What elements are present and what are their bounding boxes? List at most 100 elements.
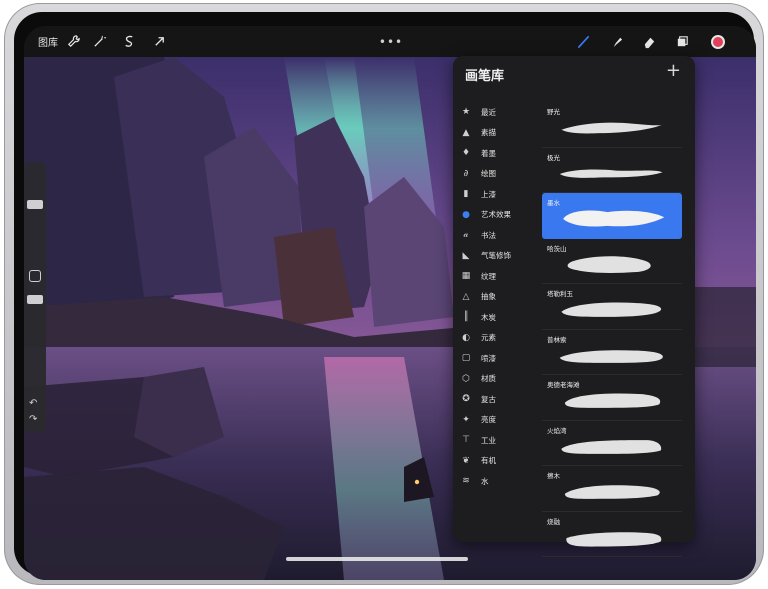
category-9[interactable]: △ 抽象 — [457, 287, 541, 308]
brush-stroke-preview — [559, 169, 663, 178]
category-label: 书法 — [481, 230, 496, 240]
panel-title: 画笔库 — [465, 69, 505, 84]
brush-size-slider[interactable] — [27, 200, 43, 209]
pencil-tip-icon: ▲ — [462, 127, 470, 138]
brush-item-9[interactable]: 烧融 — [542, 512, 682, 557]
category-13[interactable]: ⬡ 材质 — [457, 369, 541, 390]
category-11[interactable]: ◐ 元素 — [457, 328, 541, 349]
swirl-icon: ∂ — [463, 168, 469, 179]
brush-stroke-preview — [561, 302, 662, 317]
smudge-icon[interactable] — [605, 26, 627, 57]
category-15[interactable]: ✦ 亮度 — [457, 410, 541, 431]
brush-item-8[interactable]: 擦木 — [542, 466, 682, 512]
palette-icon: ● — [462, 209, 470, 220]
brush-list: 野光极光墨水哈茨山塔勒利玉普林索奥德老海滩火焰湾擦木烧融 — [542, 102, 682, 557]
category-label: 纹理 — [481, 271, 496, 281]
category-label: 抽象 — [481, 292, 496, 302]
category-0[interactable]: ★ 最近 — [457, 102, 541, 123]
category-12[interactable]: ▢ 喷漆 — [457, 348, 541, 369]
brush-item-2[interactable]: 墨水 — [542, 193, 682, 239]
category-label: 元素 — [481, 333, 496, 343]
brush-item-4[interactable]: 塔勒利玉 — [542, 284, 682, 330]
anvil-icon: ⊤ — [462, 435, 470, 446]
brush-label: 野光 — [547, 108, 560, 116]
brush-stroke-preview — [563, 210, 665, 227]
category-16[interactable]: ⊤ 工业 — [457, 430, 541, 451]
brush-item-3[interactable]: 哈茨山 — [542, 239, 682, 284]
category-5[interactable]: ● 艺术效果 — [457, 205, 541, 226]
category-7[interactable]: ◣ 气笔修饰 — [457, 246, 541, 267]
paint-roller-icon: ▮ — [463, 189, 469, 200]
opacity-slider[interactable] — [27, 295, 43, 304]
brush-label: 奥德老海滩 — [547, 381, 580, 389]
category-label: 着墨 — [481, 148, 496, 158]
airbrush-icon: ◣ — [462, 250, 470, 261]
star-icon: ★ — [461, 107, 471, 118]
category-label: 工业 — [481, 435, 496, 445]
brush-icon[interactable] — [572, 26, 594, 57]
sparkle-icon: ✦ — [462, 414, 470, 425]
category-list: ★ 最近 ▲ 素描 ♦ 着墨 ∂ 绘图 ▮ 上漆 ● 艺术效果 𝒶 书法 ◣ 气笔修饰 ▦ 纹理 △ 抽象 ║ 木炭 ◐ 元素… — [457, 102, 541, 492]
undo-icon[interactable]: ↶ — [29, 398, 37, 409]
brush-label: 火焰湾 — [547, 426, 567, 435]
triangle-icon: △ — [462, 291, 470, 302]
category-label: 复古 — [481, 394, 496, 404]
leaf-icon: ❦ — [462, 455, 470, 466]
color-picker-button[interactable] — [707, 26, 729, 57]
brush-label: 塔勒利玉 — [547, 290, 573, 298]
cube-icon: ⬡ — [462, 373, 470, 384]
selection-icon[interactable] — [118, 26, 140, 57]
category-10[interactable]: ║ 木炭 — [457, 307, 541, 328]
category-label: 水 — [481, 476, 489, 486]
spray-can-icon: ▢ — [461, 353, 471, 364]
more-dots-icon[interactable]: ••• — [379, 26, 402, 57]
retro-star-icon: ✪ — [462, 394, 470, 405]
color-swatch — [711, 34, 725, 49]
add-brush-button[interactable]: + — [666, 60, 681, 81]
brush-item-0[interactable]: 野光 — [542, 102, 682, 148]
gallery-button[interactable]: 图库 — [38, 26, 58, 57]
wrench-icon[interactable] — [62, 26, 84, 57]
redo-icon[interactable]: ↷ — [29, 414, 37, 425]
yin-yang-icon: ◐ — [462, 332, 470, 343]
brush-stroke-preview — [564, 393, 661, 408]
brush-label: 普林索 — [547, 335, 567, 344]
category-17[interactable]: ❦ 有机 — [457, 451, 541, 472]
category-label: 木炭 — [481, 312, 496, 322]
brush-label: 墨水 — [547, 199, 560, 207]
brush-label: 擦木 — [547, 472, 560, 480]
category-14[interactable]: ✪ 复古 — [457, 389, 541, 410]
category-label: 有机 — [481, 456, 496, 466]
magic-wand-icon[interactable] — [88, 26, 110, 57]
category-label: 材质 — [481, 374, 496, 384]
category-1[interactable]: ▲ 素描 — [457, 123, 541, 144]
brush-stroke-preview — [567, 255, 651, 273]
brush-item-1[interactable]: 极光 — [542, 148, 682, 193]
category-label: 素描 — [481, 128, 496, 138]
brush-stroke-preview — [564, 485, 660, 499]
brush-item-7[interactable]: 火焰湾 — [542, 421, 682, 466]
category-18[interactable]: ≋ 水 — [457, 471, 541, 492]
ink-drop-icon: ♦ — [461, 148, 471, 159]
category-4[interactable]: ▮ 上漆 — [457, 184, 541, 205]
screen: 图库 ••• ↶ ↷ 画笔库 + ★ 最近 ▲ 素描 ♦ 着墨 ∂ 绘图 ▮ 上… — [24, 26, 756, 580]
eraser-icon[interactable] — [638, 26, 660, 57]
brush-label: 哈茨山 — [547, 244, 567, 253]
charcoal-icon: ║ — [463, 312, 469, 323]
layers-icon[interactable] — [671, 26, 693, 57]
modify-square-icon[interactable] — [29, 270, 41, 282]
brush-item-6[interactable]: 奥德老海滩 — [542, 375, 682, 421]
arrow-cursor-icon[interactable] — [148, 26, 170, 57]
category-8[interactable]: ▦ 纹理 — [457, 266, 541, 287]
category-6[interactable]: 𝒶 书法 — [457, 225, 541, 246]
texture-icon: ▦ — [461, 271, 471, 282]
brush-stroke-preview — [561, 439, 662, 454]
waves-icon: ≋ — [462, 476, 470, 487]
category-2[interactable]: ♦ 着墨 — [457, 143, 541, 164]
brush-stroke-preview — [561, 122, 663, 134]
brush-stroke-preview — [559, 349, 663, 363]
home-indicator[interactable] — [286, 557, 468, 561]
brush-item-5[interactable]: 普林索 — [542, 330, 682, 375]
category-3[interactable]: ∂ 绘图 — [457, 164, 541, 185]
category-label: 绘图 — [481, 169, 496, 179]
